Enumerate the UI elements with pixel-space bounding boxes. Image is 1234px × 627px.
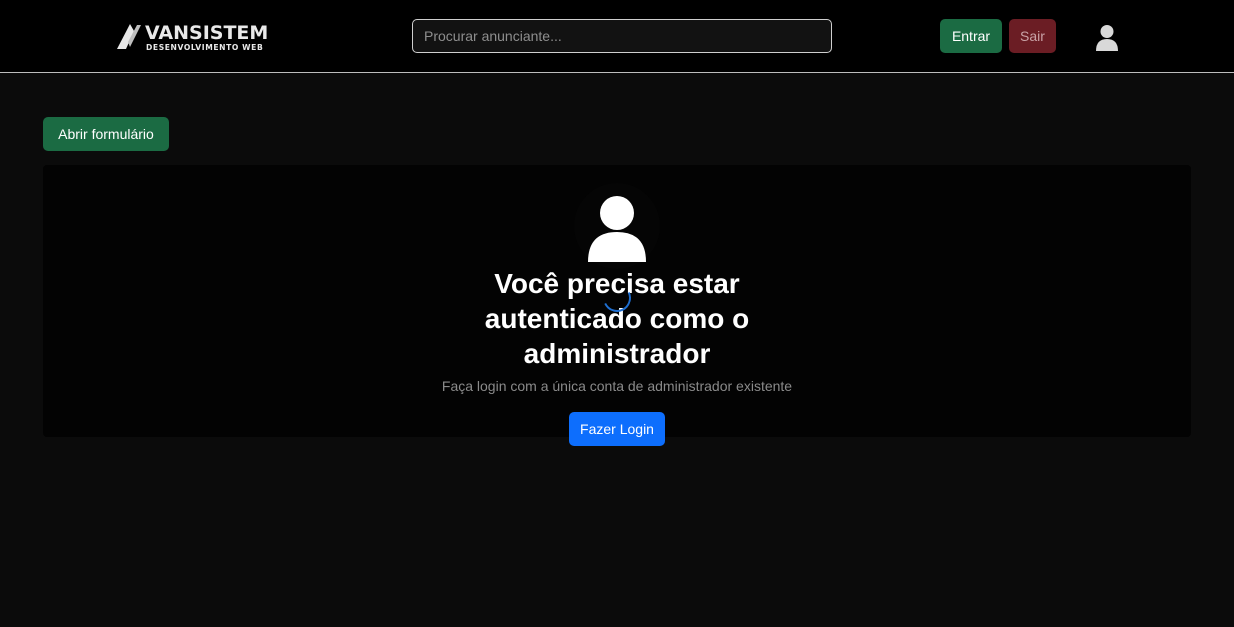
brand-tagline: DESENVOLVIMENTO WEB: [146, 43, 264, 52]
open-form-button[interactable]: Abrir formulário: [43, 117, 169, 151]
auth-subtitle: Faça login com a única conta de administ…: [441, 378, 793, 394]
user-icon[interactable]: [1095, 24, 1119, 52]
user-avatar-icon: [574, 183, 660, 269]
logout-button[interactable]: Sair: [1009, 19, 1056, 53]
login-button[interactable]: Entrar: [940, 19, 1002, 53]
logo-mark-icon: [117, 24, 141, 49]
navbar: VANSISTEM DESENVOLVIMENTO WEB Entrar Sai…: [0, 0, 1234, 73]
auth-title: Você precisa estar autenticado como o ad…: [484, 268, 750, 369]
brand-logo[interactable]: VANSISTEM DESENVOLVIMENTO WEB: [116, 22, 296, 54]
brand-name: VANSISTEM: [145, 22, 269, 44]
do-login-button[interactable]: Fazer Login: [569, 412, 665, 446]
search-input[interactable]: [412, 19, 832, 53]
